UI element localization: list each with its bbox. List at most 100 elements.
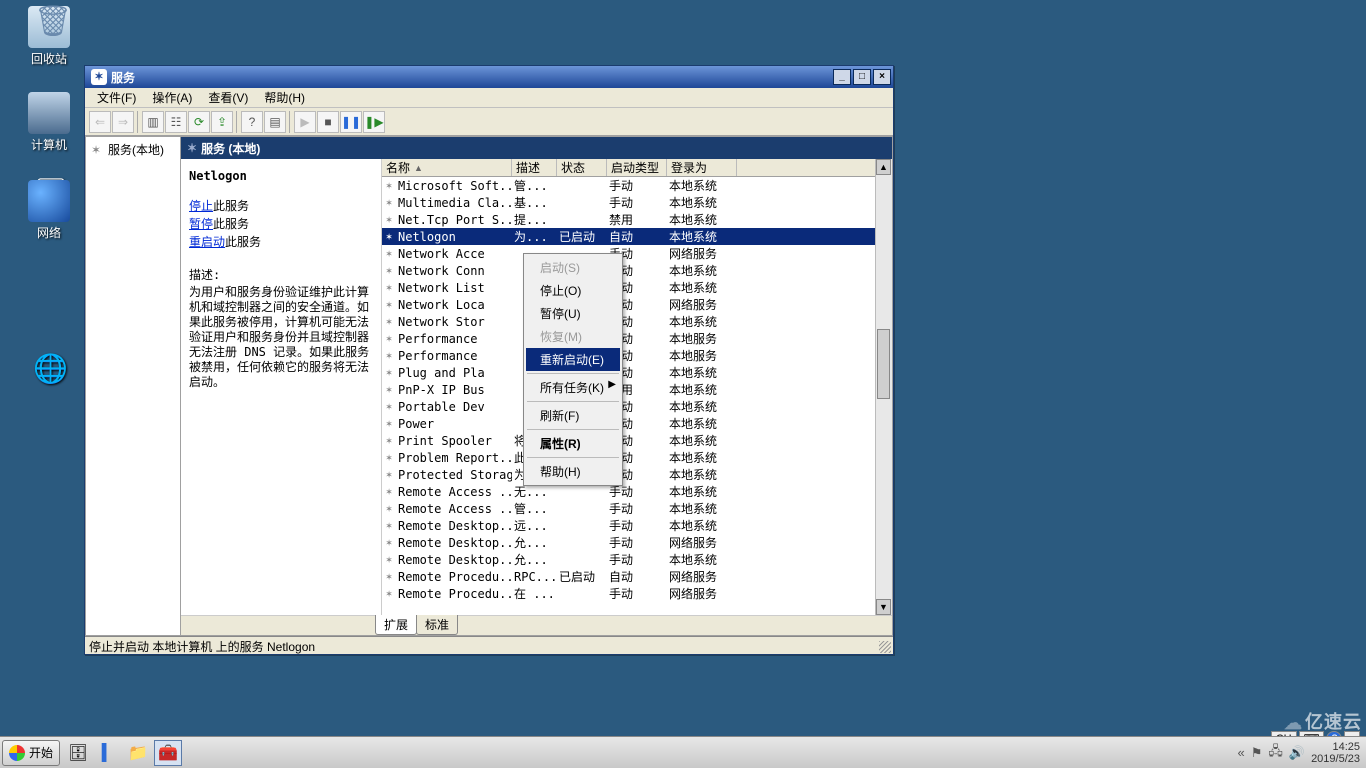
table-row[interactable]: ✶Remote Procedu...RPC...已启动自动网络服务 [382,568,892,585]
cell-logon: 本地系统 [667,194,737,211]
start-service-button[interactable]: ▶ [294,111,316,133]
menu-item[interactable]: 帮助(H) [526,460,620,483]
table-row[interactable]: ✶Protected Storage为...手动本地系统 [382,466,892,483]
menu-view[interactable]: 查看(V) [200,87,256,108]
clock-date: 2019/5/23 [1311,753,1360,765]
tree-node-label: 服务(本地) [108,141,164,158]
col-logon[interactable]: 登录为 [667,159,737,176]
table-row[interactable]: ✶Portable Dev手动本地系统 [382,398,892,415]
vertical-scrollbar[interactable]: ▲ ▼ [875,159,892,615]
restart-link[interactable]: 重启动 [189,235,225,249]
properties-sheet-button[interactable]: ▤ [264,111,286,133]
separator [137,111,139,133]
help-button[interactable]: ? [241,111,263,133]
pause-service-button[interactable]: ❚❚ [340,111,362,133]
gear-icon: ✶ [187,141,197,155]
resize-grip-icon[interactable] [879,641,891,653]
minimize-button[interactable]: _ [833,69,851,85]
menu-item[interactable]: 停止(O) [526,279,620,302]
table-row[interactable]: ✶Multimedia Cla...基...手动本地系统 [382,194,892,211]
table-row[interactable]: ✶Power动自动本地系统 [382,415,892,432]
gear-icon: ✶ [382,196,396,209]
scroll-up-button[interactable]: ▲ [876,159,891,175]
col-name[interactable]: 名称▲ [382,159,512,176]
start-button[interactable]: 开始 [2,740,60,766]
action-stop[interactable]: 停止此服务 [189,197,373,214]
close-button[interactable]: × [873,69,891,85]
show-hide-tree-button[interactable]: ▥ [142,111,164,133]
desktop-icon-computer[interactable]: 计算机 [14,92,84,153]
table-row[interactable]: ✶Plug and Pla动自动本地系统 [382,364,892,381]
desktop-icon-recycle-bin[interactable]: 回收站 [14,6,84,67]
table-row[interactable]: ✶Netlogon为...已启动自动本地系统 [382,228,892,245]
context-menu[interactable]: 启动(S)停止(O)暂停(U)恢复(M)重新启动(E)所有任务(K)▶刷新(F)… [523,253,623,486]
cell-desc: RPC... [512,570,557,584]
menu-item[interactable]: 属性(R) [526,432,620,455]
table-row[interactable]: ✶Remote Access ...管...手动本地系统 [382,500,892,517]
col-desc[interactable]: 描述 [512,159,557,176]
menu-item[interactable]: 重新启动(E) [526,348,620,371]
table-row[interactable]: ✶Remote Desktop...允...手动网络服务 [382,534,892,551]
cell-logon: 本地系统 [667,449,737,466]
tab-standard[interactable]: 标准 [416,615,458,635]
taskbar-app-services[interactable]: 🧰 [154,740,182,766]
table-row[interactable]: ✶Performance 手动本地服务 [382,330,892,347]
gear-icon: ✶ [382,587,396,600]
volume-icon[interactable]: 🔊 [1289,745,1305,761]
server-manager-icon[interactable]: 🗄 [64,740,92,766]
tree-node-services-local[interactable]: ✶ 服务(本地) [88,139,178,160]
stop-link[interactable]: 停止 [189,199,213,213]
table-row[interactable]: ✶Network List动手动本地系统 [382,279,892,296]
table-row[interactable]: ✶Remote Desktop...允...手动本地系统 [382,551,892,568]
properties-button[interactable]: ☷ [165,111,187,133]
clock[interactable]: 14:25 2019/5/23 [1311,741,1360,765]
explorer-icon[interactable]: 📁 [124,740,152,766]
menu-file[interactable]: 文件(F) [89,87,144,108]
menu-help[interactable]: 帮助(H) [256,87,313,108]
powershell-icon[interactable]: ▍ [94,740,122,766]
cell-logon: 本地系统 [667,279,737,296]
cell-name: Print Spooler [396,434,512,448]
tray-chevron-icon[interactable]: « [1237,745,1244,760]
titlebar[interactable]: ✶ 服务 _ □ × [85,66,893,88]
table-row[interactable]: ✶Network Conn动手动本地系统 [382,262,892,279]
stop-service-button[interactable]: ■ [317,111,339,133]
export-button[interactable]: ⇪ [211,111,233,133]
action-center-icon[interactable]: ⚑ [1251,745,1263,761]
scroll-down-button[interactable]: ▼ [876,599,891,615]
menu-action[interactable]: 操作(A) [144,87,200,108]
table-row[interactable]: ✶Remote Desktop...远...手动本地系统 [382,517,892,534]
table-row[interactable]: ✶Remote Procedu...在 ...手动网络服务 [382,585,892,602]
desktop-icon-network[interactable]: 网络 [14,180,84,241]
table-row[interactable]: ✶Network Acce手动网络服务 [382,245,892,262]
table-row[interactable]: ✶PnP-X IP Bus禁用本地系统 [382,381,892,398]
table-row[interactable]: ✶Microsoft Soft...管...手动本地系统 [382,177,892,194]
pause-link[interactable]: 暂停 [189,217,213,231]
column-headers: 名称▲ 描述 状态 启动类型 登录为 [382,159,892,177]
tree-pane[interactable]: ✶ 服务(本地) [86,137,181,635]
table-row[interactable]: ✶Performance 手动本地服务 [382,347,892,364]
menu-item[interactable]: 刷新(F) [526,404,620,427]
refresh-button[interactable]: ⟳ [188,111,210,133]
action-pause[interactable]: 暂停此服务 [189,215,373,232]
action-restart[interactable]: 重启动此服务 [189,233,373,250]
table-row[interactable]: ✶Network Stor动自动本地系统 [382,313,892,330]
table-row[interactable]: ✶Net.Tcp Port S...提...禁用本地系统 [382,211,892,228]
restart-service-button[interactable]: ❚▶ [363,111,385,133]
menu-item[interactable]: 暂停(U) [526,302,620,325]
col-status[interactable]: 状态 [557,159,607,176]
back-button[interactable]: ⇐ [89,111,111,133]
forward-button[interactable]: ⇒ [112,111,134,133]
table-row[interactable]: ✶Problem Report...此...手动本地系统 [382,449,892,466]
table-row[interactable]: ✶Network Loca动自动网络服务 [382,296,892,313]
tab-extended[interactable]: 扩展 [375,615,417,635]
maximize-button[interactable]: □ [853,69,871,85]
menu-item[interactable]: 所有任务(K)▶ [526,376,620,399]
scroll-thumb[interactable] [877,329,890,399]
table-row[interactable]: ✶Remote Access ...无...手动本地系统 [382,483,892,500]
service-rows[interactable]: ✶Microsoft Soft...管...手动本地系统✶Multimedia … [382,177,892,615]
cell-name: Network Stor [396,315,512,329]
col-start[interactable]: 启动类型 [607,159,667,176]
network-tray-icon[interactable]: 🖧 [1268,742,1283,764]
table-row[interactable]: ✶Print Spooler将...已启动自动本地系统 [382,432,892,449]
